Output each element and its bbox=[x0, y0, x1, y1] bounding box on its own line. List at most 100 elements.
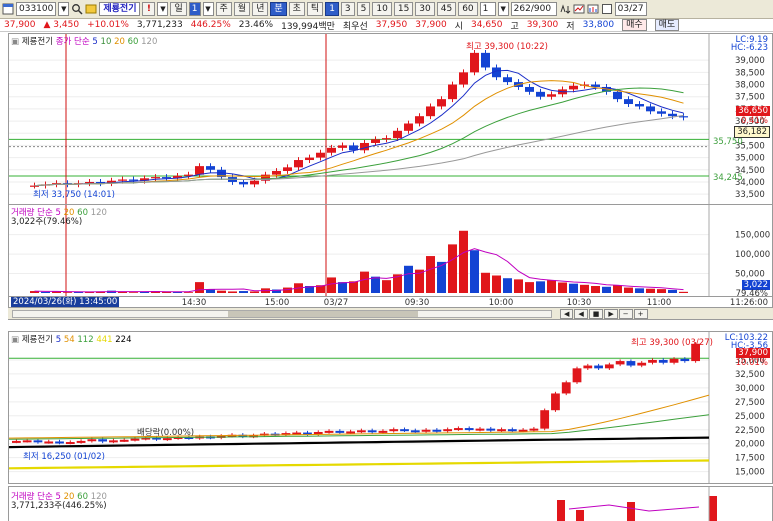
interval-input[interactable]: 1 bbox=[188, 2, 201, 16]
search-icon[interactable] bbox=[71, 3, 83, 15]
moving-average-line bbox=[34, 87, 684, 187]
window-icon[interactable] bbox=[2, 3, 14, 15]
daily-candle-body bbox=[464, 428, 474, 431]
level-35750-label: 35,750 bbox=[713, 137, 743, 147]
daily-price-axis-label: 32,500 bbox=[735, 370, 765, 380]
intraday-volume-chart[interactable]: 150,000 100,000 50,000 거래량 단순 5 20 60 120 … bbox=[8, 205, 773, 299]
daily-low-annotation: 최저 16,250 (01/02) bbox=[23, 452, 105, 462]
daily-candle-body bbox=[33, 440, 43, 443]
intraday-price-plot: 39,00038,50038,00037,50037,00036,50036,0… bbox=[9, 34, 765, 204]
volume-bar bbox=[580, 284, 589, 293]
daily-candle-body bbox=[22, 440, 32, 443]
reference-price-tag: 36,182 bbox=[734, 126, 770, 138]
daily-price-axis-label: 15,000 bbox=[735, 468, 765, 478]
time-axis-label: 09:30 bbox=[405, 298, 430, 307]
minute-3-button[interactable]: 3 bbox=[340, 2, 355, 16]
sort-icon[interactable] bbox=[559, 3, 571, 15]
daily-candle-body bbox=[561, 382, 571, 394]
buy-button[interactable]: 매수 bbox=[622, 19, 647, 31]
time-axis-label: 03/27 bbox=[324, 298, 349, 307]
period-day-button[interactable]: 일 bbox=[170, 2, 187, 16]
candle-body bbox=[635, 104, 644, 107]
daily-candle-body bbox=[626, 361, 636, 366]
candle-body bbox=[404, 123, 413, 131]
code-dropdown-button[interactable]: ▼ bbox=[58, 2, 70, 16]
volume-bar bbox=[646, 288, 655, 293]
next-button[interactable]: ▶ bbox=[604, 309, 618, 319]
minute-30-button[interactable]: 30 bbox=[415, 2, 435, 16]
daily-candle-body bbox=[109, 440, 118, 443]
daily-candle-body bbox=[335, 430, 345, 433]
scrollbar-thumb[interactable] bbox=[228, 311, 418, 317]
date-checkbox-icon[interactable] bbox=[601, 3, 613, 15]
stock-dropdown-button[interactable]: ▼ bbox=[157, 2, 169, 16]
minute-45-button[interactable]: 45 bbox=[436, 2, 457, 16]
daily-candle-body bbox=[443, 429, 453, 432]
daily-candle-body bbox=[130, 438, 140, 441]
daily-volume-chart[interactable]: 거래량 단순 5 20 60 120 3,771,233주(446.25%) bbox=[8, 486, 773, 521]
daily-volume-bar bbox=[557, 500, 565, 521]
candle-body bbox=[151, 177, 160, 179]
candle-body bbox=[503, 77, 512, 83]
minute-10-button[interactable]: 10 bbox=[372, 2, 392, 16]
dividend-annotation: 배당락(0.00%) bbox=[137, 428, 195, 438]
zoom-out-button[interactable]: − bbox=[618, 309, 633, 319]
period-minute-button[interactable]: 분 bbox=[270, 2, 287, 16]
minute-15-button[interactable]: 15 bbox=[393, 2, 414, 16]
horizontal-scrollbar[interactable] bbox=[12, 310, 552, 318]
period-second-button[interactable]: 초 bbox=[288, 2, 305, 16]
daily-candle-body bbox=[357, 430, 366, 433]
daily-price-chart[interactable]: 35,000 32,500 30,000 27,500 25,000 22,500 20,0… bbox=[8, 331, 773, 484]
minute-1-button[interactable]: 1 bbox=[325, 2, 339, 16]
daily-candle-body bbox=[594, 365, 603, 369]
period-month-button[interactable]: 월 bbox=[233, 2, 251, 16]
candle-body bbox=[668, 113, 677, 117]
trade-amount: 139,994백만 bbox=[281, 21, 335, 32]
chart-settings-icon[interactable] bbox=[573, 3, 585, 15]
period-year-button[interactable]: 년 bbox=[252, 2, 269, 16]
count-input[interactable]: 1 bbox=[479, 2, 496, 16]
candle-body bbox=[459, 72, 468, 85]
candle-body bbox=[481, 52, 490, 68]
daily-high-annotation: 최고 39,300 (03/27) bbox=[631, 338, 713, 348]
volume-bar bbox=[448, 244, 457, 293]
prev-button[interactable]: ◀ bbox=[574, 309, 588, 319]
bid-price: 37,900 bbox=[415, 20, 447, 30]
ask-price: 37,950 bbox=[375, 20, 408, 30]
price-axis-label: 38,000 bbox=[735, 81, 765, 91]
daily-candle-body bbox=[432, 429, 442, 432]
time-axis-label: 10:00 bbox=[489, 298, 514, 307]
volume-axis-label: 150,000 bbox=[735, 231, 770, 241]
quote-bar: 37,900 ▲ 3,450 +10.01% 3,771,233 446.25%… bbox=[0, 19, 773, 32]
count-dropdown-button[interactable]: ▼ bbox=[497, 2, 509, 16]
candle-body bbox=[525, 86, 534, 92]
daily-chart-type-icon[interactable]: ▣ bbox=[11, 335, 19, 345]
candle-body bbox=[536, 91, 545, 97]
period-tick-button[interactable]: 틱 bbox=[306, 2, 324, 16]
level-34245-label: 34,245 bbox=[713, 173, 743, 183]
minute-5-button[interactable]: 5 bbox=[356, 2, 371, 16]
intraday-price-chart[interactable]: 39,00038,50038,00037,50037,00036,50036,0… bbox=[8, 33, 773, 205]
period-week-button[interactable]: 주 bbox=[215, 2, 232, 16]
stop-button[interactable]: ■ bbox=[588, 309, 604, 319]
interval-dropdown-button[interactable]: ▼ bbox=[202, 2, 214, 16]
warning-button[interactable]: ! bbox=[142, 2, 156, 16]
daily-candle-body bbox=[119, 439, 129, 442]
moving-average-line bbox=[34, 114, 684, 187]
daily-candle-body bbox=[389, 429, 399, 432]
stock-code-input[interactable]: 033100 bbox=[16, 2, 57, 16]
volume-bar bbox=[129, 292, 138, 293]
indicator-icon[interactable] bbox=[587, 3, 599, 15]
date-input[interactable]: 03/27 bbox=[614, 2, 647, 16]
volume-bar bbox=[613, 285, 622, 293]
first-page-button[interactable]: ◀ bbox=[560, 309, 574, 319]
minute-60-button[interactable]: 60 bbox=[458, 2, 478, 16]
low-label: 저 bbox=[566, 21, 575, 32]
sell-button[interactable]: 매도 bbox=[654, 19, 680, 31]
hc-label: HC:-6.23 bbox=[730, 43, 768, 53]
zoom-in-button[interactable]: + bbox=[633, 309, 648, 319]
chart-type-icon[interactable]: ▣ bbox=[11, 37, 19, 47]
volume-bar bbox=[481, 272, 490, 293]
volume-bar bbox=[206, 289, 215, 293]
stock-favorite-icon[interactable] bbox=[85, 3, 97, 15]
